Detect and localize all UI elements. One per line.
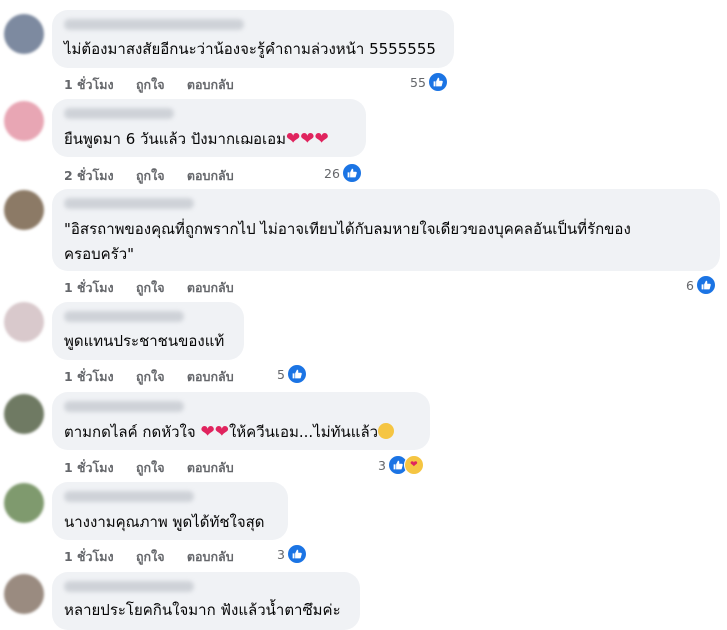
reply-button[interactable]: ตอบกลับ — [187, 460, 234, 475]
reaction-count-label: 3 — [277, 546, 285, 562]
reaction-count-label: 55 — [410, 74, 426, 90]
like-reaction-icon — [341, 163, 362, 183]
commenter-name-blurred[interactable] — [64, 198, 194, 209]
comment-actions: 1 ชั่วโมง ถูกใจ ตอบกลับ — [64, 547, 252, 567]
reaction-count[interactable]: 3 — [277, 544, 307, 564]
commenter-name-blurred[interactable] — [64, 401, 184, 412]
reply-button[interactable]: ตอบกลับ — [187, 549, 234, 564]
heart-emoji-icon: ❤❤❤ — [286, 129, 329, 149]
commenter-name-blurred[interactable] — [64, 108, 174, 119]
comment-actions: 1 ชั่วโมง ถูกใจ ตอบกลับ — [64, 367, 252, 387]
commenter-avatar[interactable] — [4, 14, 44, 54]
like-button[interactable]: ถูกใจ — [136, 460, 165, 475]
commenter-avatar[interactable] — [4, 190, 44, 230]
reaction-count-label: 26 — [324, 165, 340, 181]
comment-time[interactable]: 1 ชั่วโมง — [64, 77, 114, 92]
reaction-count[interactable]: 26 — [324, 163, 362, 183]
commenter-name-blurred[interactable] — [64, 311, 184, 322]
reply-button[interactable]: ตอบกลับ — [187, 77, 234, 92]
commenter-avatar[interactable] — [4, 101, 44, 141]
hot-face-emoji-icon — [378, 423, 395, 439]
reply-button[interactable]: ตอบกลับ — [187, 280, 234, 295]
like-button[interactable]: ถูกใจ — [136, 280, 165, 295]
like-button[interactable]: ถูกใจ — [136, 77, 165, 92]
like-button[interactable]: ถูกใจ — [136, 168, 165, 183]
reply-button[interactable]: ตอบกลับ — [187, 168, 234, 183]
comment-time[interactable]: 1 ชั่วโมง — [64, 549, 114, 564]
care-reaction-icon: ❤ — [403, 455, 424, 475]
comment-bubble: ยืนพูดมา 6 วันแล้ว ปังมากเฌอเอม❤❤❤ — [52, 99, 366, 157]
reaction-count[interactable]: 6 — [686, 275, 716, 295]
comment-bubble: ไม่ต้องมาสงสัยอีกนะว่าน้องจะรู้คำถามล่วง… — [52, 10, 454, 68]
comment-actions: 1 ชั่วโมง ถูกใจ ตอบกลับ — [64, 75, 252, 95]
commenter-name-blurred[interactable] — [64, 491, 194, 502]
comment-text: ยืนพูดมา 6 วันแล้ว ปังมากเฌอเอม❤❤❤ — [64, 127, 329, 152]
comment-text-content: ตามกดไลค์ กดหัวใจ — [64, 423, 196, 441]
comment-text-continued: ให้ควีนเอม...ไม่ทันแล้ว — [228, 423, 379, 441]
commenter-avatar[interactable] — [4, 483, 44, 523]
commenter-name-blurred[interactable] — [64, 19, 244, 30]
comment-time[interactable]: 1 ชั่วโมง — [64, 280, 114, 295]
like-button[interactable]: ถูกใจ — [136, 369, 165, 384]
comment-time[interactable]: 1 ชั่วโมง — [64, 369, 114, 384]
comment-text: นางงามคุณภาพ พูดได้ทัชใจสุด — [64, 513, 265, 531]
comment-time[interactable]: 2 ชั่วโมง — [64, 168, 114, 183]
like-button[interactable]: ถูกใจ — [136, 549, 165, 564]
like-reaction-icon — [286, 544, 307, 564]
reaction-count[interactable]: 55 — [410, 72, 448, 92]
comment-text: ไม่ต้องมาสงสัยอีกนะว่าน้องจะรู้คำถามล่วง… — [64, 40, 436, 58]
commenter-avatar[interactable] — [4, 574, 44, 614]
commenter-name-blurred[interactable] — [64, 581, 194, 592]
reaction-count-label: 5 — [277, 366, 285, 382]
comment-bubble: นางงามคุณภาพ พูดได้ทัชใจสุด — [52, 482, 288, 540]
comment-bubble: พูดแทนประชาชนของแท้ — [52, 302, 244, 360]
comment-bubble: ตามกดไลค์ กดหัวใจ ❤❤ให้ควีนเอม...ไม่ทันแ… — [52, 392, 430, 450]
heart-emoji-icon: ❤❤ — [200, 422, 229, 442]
comment-bubble: "อิสรถาพของคุณที่ถูกพรากไป ไม่อาจเทียบได… — [52, 189, 720, 271]
like-reaction-icon — [695, 275, 716, 295]
like-reaction-icon — [427, 72, 448, 92]
comment-time[interactable]: 1 ชั่วโมง — [64, 460, 114, 475]
comment-text-content: ยืนพูดมา 6 วันแล้ว ปังมากเฌอเอม — [64, 130, 287, 148]
comment-actions: 1 ชั่วโมง ถูกใจ ตอบกลับ — [64, 458, 252, 478]
reaction-count-label: 6 — [686, 277, 694, 293]
reaction-count[interactable]: 3 ❤ — [378, 455, 424, 475]
comment-text: ตามกดไลค์ กดหัวใจ ❤❤ให้ควีนเอม...ไม่ทันแ… — [64, 420, 395, 445]
comment-actions: 1 ชั่วโมง ถูกใจ ตอบกลับ — [64, 278, 252, 298]
comment-text: "อิสรถาพของคุณที่ถูกพรากไป ไม่อาจเทียบได… — [64, 220, 631, 263]
comment-text: พูดแทนประชาชนของแท้ — [64, 332, 225, 350]
comment-text: หลายประโยคกินใจมาก ฟังแล้วน้ำตาซึมค่ะ — [64, 601, 341, 619]
reply-button[interactable]: ตอบกลับ — [187, 369, 234, 384]
comment-bubble: หลายประโยคกินใจมาก ฟังแล้วน้ำตาซึมค่ะ — [52, 572, 360, 630]
reaction-count[interactable]: 5 — [277, 364, 307, 384]
reaction-count-label: 3 — [378, 457, 386, 473]
comment-actions: 2 ชั่วโมง ถูกใจ ตอบกลับ — [64, 166, 252, 186]
commenter-avatar[interactable] — [4, 302, 44, 342]
like-reaction-icon — [286, 364, 307, 384]
commenter-avatar[interactable] — [4, 394, 44, 434]
